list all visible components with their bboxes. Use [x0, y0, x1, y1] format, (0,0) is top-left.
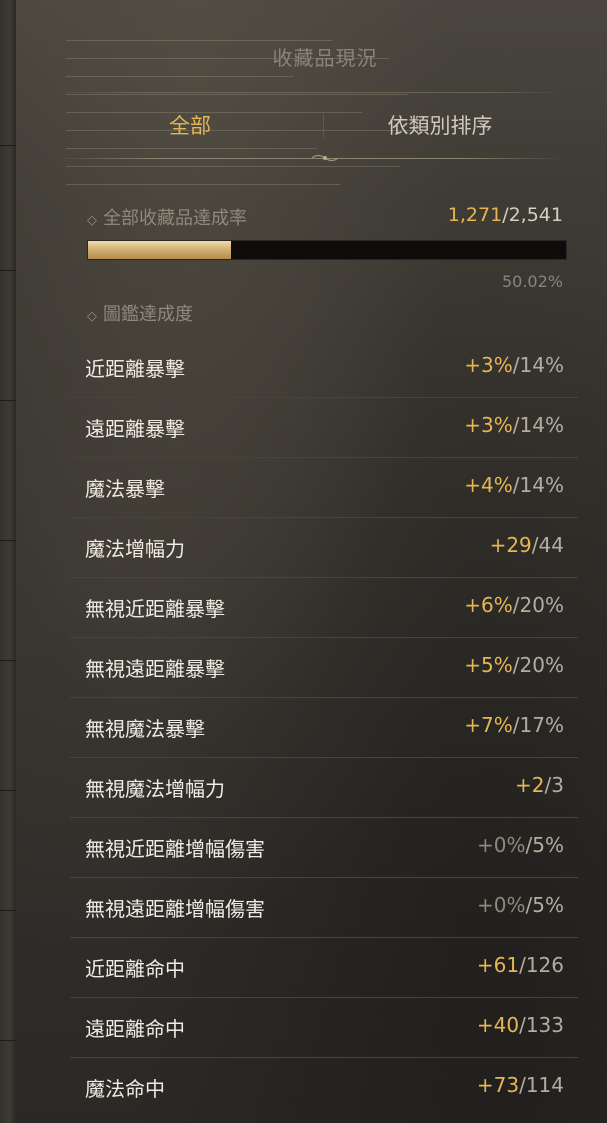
stat-value: +73/114 — [477, 1073, 564, 1097]
stat-slash: / — [519, 953, 526, 977]
stat-bonus: +61 — [476, 953, 520, 977]
stat-label: 無視遠距離暴擊 — [85, 657, 225, 681]
tab-all[interactable]: 全部 — [100, 110, 280, 142]
stat-bonus: +7% — [464, 713, 513, 737]
tab-sort-by-category[interactable]: 依類別排序 — [340, 110, 540, 142]
stat-value: +6%/20% — [464, 593, 564, 617]
stat-max: 14% — [519, 353, 564, 377]
stat-bonus: +0% — [477, 833, 526, 857]
overall-progress-bar — [87, 240, 567, 260]
stat-row: 近距離命中 +61/126 — [70, 938, 578, 998]
stat-label: 無視近距離暴擊 — [85, 597, 225, 621]
stat-label: 近距離暴擊 — [85, 357, 185, 381]
overall-count: 1,271/2,541 — [448, 204, 563, 226]
stat-label: 無視魔法增幅力 — [85, 777, 225, 801]
stat-row: 遠距離暴擊 +3%/14% — [70, 398, 578, 458]
stat-label: 魔法增幅力 — [85, 537, 185, 561]
stat-row: 無視魔法暴擊 +7%/17% — [70, 698, 578, 758]
stat-label: 遠距離暴擊 — [85, 417, 185, 441]
stat-value: +4%/14% — [464, 473, 564, 497]
stat-max: 14% — [519, 473, 564, 497]
diamond-bullet-icon: ◇ — [87, 213, 97, 228]
stat-value: +61/126 — [477, 953, 564, 977]
stat-value: +3%/14% — [464, 413, 564, 437]
stat-row: 近距離暴擊 +3%/14% — [70, 338, 578, 398]
stat-label: 無視魔法暴擊 — [85, 717, 205, 741]
stat-value: +0%/5% — [477, 833, 564, 857]
diamond-bullet-icon: ◇ — [87, 309, 97, 324]
stat-slash: / — [512, 713, 520, 737]
stat-row: 遠距離命中 +40/133 — [70, 998, 578, 1058]
stat-value: +40/133 — [477, 1013, 564, 1037]
stat-bonus: +0% — [477, 893, 526, 917]
title-divider — [55, 92, 565, 93]
stat-row: 無視遠距離暴擊 +5%/20% — [70, 638, 578, 698]
tab-separator — [323, 112, 324, 138]
stat-slash: / — [519, 1013, 526, 1037]
stat-label: 魔法命中 — [85, 1077, 165, 1101]
overall-completion-label: 全部收藏品達成率 — [103, 208, 247, 229]
stat-label: 無視遠距離增幅傷害 — [85, 897, 265, 921]
stat-row: 無視近距離增幅傷害 +0%/5% — [70, 818, 578, 878]
stat-max: 44 — [538, 533, 564, 557]
stat-max: 17% — [519, 713, 564, 737]
overall-completion-heading: ◇ 全部收藏品達成率 — [87, 204, 247, 230]
stat-bonus: +73 — [476, 1073, 520, 1097]
stat-value: +3%/14% — [464, 353, 564, 377]
stat-slash: / — [531, 533, 539, 557]
stat-slash: / — [512, 353, 520, 377]
stat-max: 5% — [532, 833, 564, 857]
stat-value: +2/3 — [515, 773, 564, 797]
stat-row: 無視遠距離增幅傷害 +0%/5% — [70, 878, 578, 938]
stat-label: 無視近距離增幅傷害 — [85, 837, 265, 861]
stat-list: 近距離暴擊 +3%/14% 遠距離暴擊 +3%/14% 魔法暴擊 +4%/14% 魔法增幅力… — [70, 338, 578, 1117]
stat-max: 20% — [519, 653, 564, 677]
overall-progress-fill — [88, 241, 232, 259]
stat-label: 近距離命中 — [85, 957, 185, 981]
stat-label: 遠距離命中 — [85, 1017, 185, 1041]
stat-max: 14% — [519, 413, 564, 437]
stat-row: 魔法命中 +73/114 — [70, 1058, 578, 1117]
stat-max: 126 — [525, 953, 564, 977]
stat-bonus: +40 — [476, 1013, 520, 1037]
stat-bonus: +5% — [464, 653, 513, 677]
stat-row: 無視近距離暴擊 +6%/20% — [70, 578, 578, 638]
stat-row: 魔法暴擊 +4%/14% — [70, 458, 578, 518]
stat-value: +5%/20% — [464, 653, 564, 677]
stat-max: 114 — [525, 1073, 564, 1097]
stat-max: 20% — [519, 593, 564, 617]
stat-slash: / — [512, 413, 520, 437]
overall-total: 2,541 — [508, 204, 563, 226]
stat-bonus: +4% — [464, 473, 513, 497]
stat-max: 133 — [525, 1013, 564, 1037]
panel-title: 收藏品現況 — [272, 46, 378, 70]
stat-bonus: +29 — [489, 533, 532, 557]
overall-percent: 50.02% — [501, 272, 563, 291]
codex-completion-label: 圖鑑達成度 — [103, 304, 193, 325]
stat-bonus: +3% — [464, 413, 513, 437]
left-edge-strip — [0, 0, 17, 1123]
stat-value: +7%/17% — [464, 713, 564, 737]
stat-bonus: +6% — [464, 593, 513, 617]
stat-row: 魔法增幅力 +29/44 — [70, 518, 578, 578]
stat-slash: / — [512, 593, 520, 617]
stat-row: 無視魔法增幅力 +2/3 — [70, 758, 578, 818]
stat-slash: / — [519, 1073, 526, 1097]
ornament-icon — [311, 154, 339, 162]
stat-max: 3 — [551, 773, 564, 797]
stat-value: +0%/5% — [477, 893, 564, 917]
stat-bonus: +2 — [515, 773, 545, 797]
stat-value: +29/44 — [490, 533, 564, 557]
stat-slash: / — [512, 653, 520, 677]
codex-completion-heading: ◇ 圖鑑達成度 — [87, 300, 193, 326]
stat-bonus: +3% — [464, 353, 513, 377]
stat-label: 魔法暴擊 — [85, 477, 165, 501]
stat-slash: / — [512, 473, 520, 497]
stat-max: 5% — [532, 893, 564, 917]
overall-current: 1,271 — [447, 204, 503, 226]
